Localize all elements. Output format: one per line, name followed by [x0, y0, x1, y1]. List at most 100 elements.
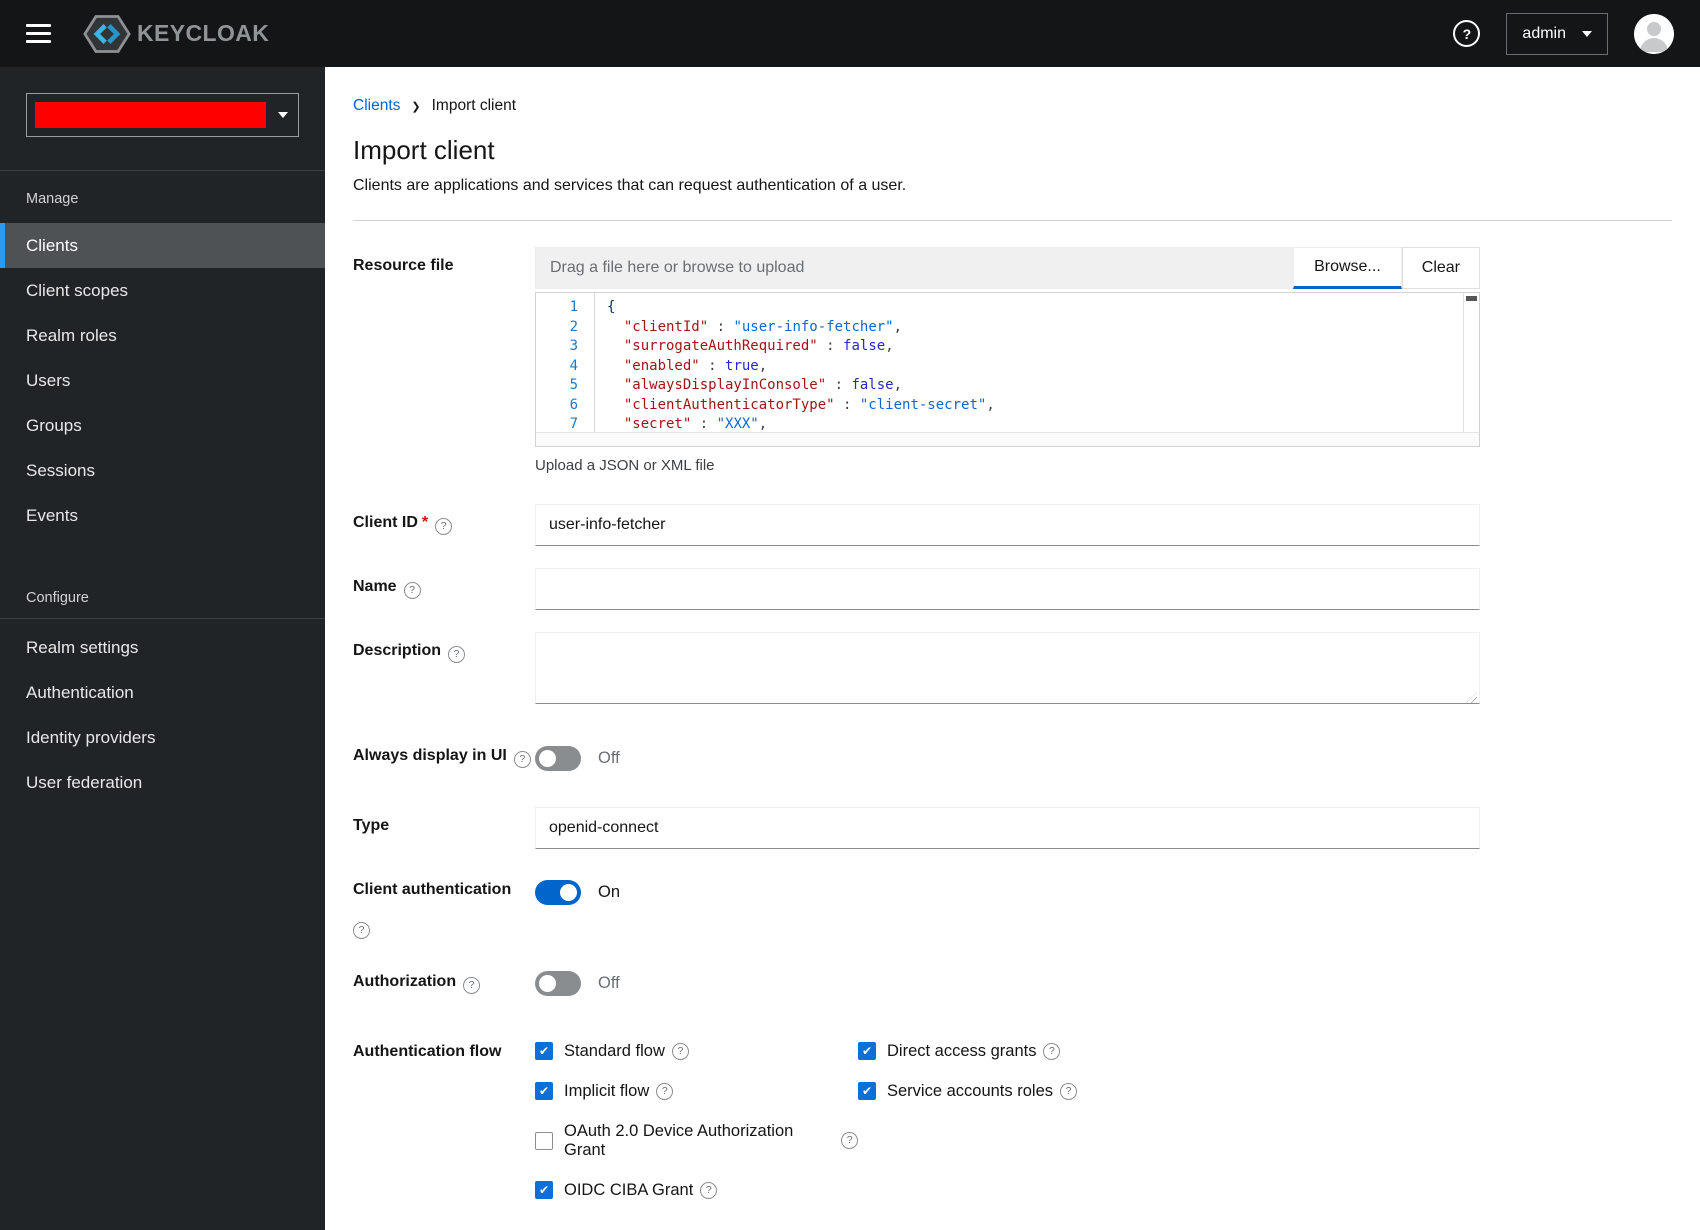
checkbox-cell — [858, 1122, 1480, 1160]
checkbox-cell — [858, 1181, 1480, 1200]
help-icon[interactable] — [353, 921, 370, 939]
sidebar-item-user-federation[interactable]: User federation — [0, 760, 325, 805]
realm-name-redacted — [35, 102, 266, 128]
realm-selector[interactable] — [26, 93, 299, 137]
breadcrumb: Clients ❯ Import client — [353, 97, 1672, 115]
clear-button[interactable]: Clear — [1401, 247, 1480, 289]
toggle-state-label: On — [598, 882, 621, 901]
nav-group-label: Configure — [26, 590, 89, 606]
file-upload: Browse... Clear — [535, 247, 1480, 289]
chevron-down-icon — [278, 112, 288, 118]
sidebar-item-authentication[interactable]: Authentication — [0, 670, 325, 715]
resource-file-label: Resource file — [353, 257, 454, 274]
description-textarea[interactable] — [535, 632, 1480, 704]
name-input[interactable] — [535, 568, 1480, 610]
browse-button[interactable]: Browse... — [1293, 247, 1402, 289]
client-id-input[interactable] — [535, 504, 1480, 546]
horizontal-scrollbar[interactable] — [536, 432, 1479, 446]
help-icon[interactable] — [656, 1082, 674, 1100]
checkbox-service-accounts-roles[interactable] — [858, 1082, 876, 1101]
checkbox-label: OIDC CIBA Grant — [564, 1180, 694, 1199]
nav-group: Configure Realm settings Authentication Ide… — [0, 578, 325, 805]
sidebar-item-clients[interactable]: Clients — [0, 223, 325, 268]
name-row: Name — [353, 568, 1672, 610]
required-mark: * — [421, 514, 429, 531]
keycloak-hexagon-icon — [83, 14, 131, 53]
description-row: Description — [353, 632, 1672, 709]
help-icon[interactable] — [403, 582, 421, 599]
help-icon[interactable] — [513, 751, 531, 768]
type-input[interactable] — [535, 807, 1480, 849]
code-line: "clientId" : "user-info-fetcher", — [623, 318, 903, 335]
line-number: 7 — [569, 416, 578, 432]
sidebar-item-client-scopes[interactable]: Client scopes — [0, 268, 325, 313]
main-content: Clients ❯ Import client Import client Cl… — [325, 67, 1700, 1230]
help-icon[interactable]: ? — [1453, 20, 1481, 47]
help-icon[interactable] — [435, 518, 453, 535]
sidebar-item-users[interactable]: Users — [0, 358, 325, 403]
sidebar-item-identity-providers[interactable]: Identity providers — [0, 715, 325, 760]
code-line: "clientAuthenticatorType" : "client-secr… — [623, 396, 995, 413]
checkbox-label: Direct access grants — [887, 1041, 1037, 1060]
chevron-down-icon — [1582, 30, 1592, 37]
nav-divider — [0, 618, 325, 619]
code-line: "secret" : "XXX", — [623, 416, 768, 432]
code-content[interactable]: { "clientId" : "user-info-fetcher", "sur… — [594, 293, 1463, 432]
masthead-right: ? admin — [1453, 12, 1674, 55]
nav-group-label: Manage — [26, 191, 79, 207]
help-icon[interactable] — [671, 1042, 689, 1060]
checkbox-oidc-ciba-grant[interactable] — [535, 1181, 553, 1200]
sidebar-nav: Manage Clients Client scopes Realm roles Use… — [0, 170, 325, 805]
sidebar-item-realm-settings[interactable]: Realm settings — [0, 625, 325, 670]
sidebar-item-groups[interactable]: Groups — [0, 403, 325, 448]
help-icon[interactable] — [463, 976, 481, 994]
checkbox-label: Service accounts roles — [887, 1081, 1053, 1100]
import-client-form: Resource file Browse... Clear 1 2 3 4 5 6 7 { … — [325, 221, 1700, 1230]
upload-hint: Upload a JSON or XML file — [535, 457, 715, 474]
help-icon[interactable] — [448, 646, 466, 663]
sidebar-item-events[interactable]: Events — [0, 493, 325, 538]
checkbox-oauth-2-0-device-authorization-grant[interactable] — [535, 1131, 553, 1150]
checkbox-implicit-flow[interactable] — [535, 1082, 553, 1101]
client-auth-label: Client authentication — [353, 871, 535, 939]
avatar[interactable] — [1634, 13, 1674, 54]
always-display-toggle[interactable] — [535, 745, 581, 771]
checkbox-cell: Implicit flow — [535, 1082, 858, 1101]
always-display-label: Always display in UI — [353, 737, 535, 779]
checkbox-cell: Standard flow — [535, 1042, 858, 1061]
keycloak-logo: KEYCLOAK — [83, 13, 269, 55]
auth-flow-checkbox-grid: Standard flow Direct access grants Implici… — [535, 1033, 1480, 1200]
file-upload-input[interactable] — [535, 247, 1294, 289]
checkbox-direct-access-grants[interactable] — [858, 1042, 876, 1061]
page-subtitle: Clients are applications and services th… — [353, 177, 907, 194]
auth-flow-row: Authentication flow Standard flow Direct … — [353, 1033, 1672, 1230]
toggle-state-label: Off — [598, 748, 620, 767]
page-header: Clients ❯ Import client Import client Cl… — [325, 67, 1700, 221]
code-line: { — [607, 299, 616, 315]
nav-group: Manage Clients Client scopes Realm roles Use… — [0, 170, 325, 538]
help-icon[interactable] — [700, 1181, 718, 1199]
hamburger-menu-icon[interactable] — [26, 23, 51, 44]
toggle-state-label: Off — [598, 974, 620, 993]
sidebar-item-sessions[interactable]: Sessions — [0, 448, 325, 493]
client-auth-toggle[interactable] — [535, 879, 581, 905]
line-number: 1 — [569, 299, 578, 315]
breadcrumb-link-clients[interactable]: Clients — [353, 97, 400, 115]
masthead: KEYCLOAK ? admin — [0, 0, 1700, 67]
checkbox-cell: Service accounts roles — [858, 1082, 1480, 1101]
authorization-toggle[interactable] — [535, 971, 581, 997]
user-dropdown[interactable]: admin — [1506, 12, 1608, 55]
help-icon[interactable] — [841, 1132, 858, 1150]
help-icon[interactable] — [1043, 1042, 1061, 1060]
scrollbar-thumb[interactable] — [1466, 296, 1477, 301]
vertical-scrollbar[interactable] — [1463, 293, 1479, 432]
line-number: 3 — [569, 338, 578, 354]
code-line: "alwaysDisplayInConsole" : false, — [623, 377, 903, 393]
sidebar-item-realm-roles[interactable]: Realm roles — [0, 313, 325, 358]
authorization-row: Authorization Off — [353, 963, 1672, 1005]
checkbox-standard-flow[interactable] — [535, 1042, 553, 1061]
name-label: Name — [353, 568, 535, 610]
client-id-row: Client ID * — [353, 504, 1672, 546]
line-number: 2 — [569, 318, 578, 335]
help-icon[interactable] — [1060, 1082, 1077, 1100]
